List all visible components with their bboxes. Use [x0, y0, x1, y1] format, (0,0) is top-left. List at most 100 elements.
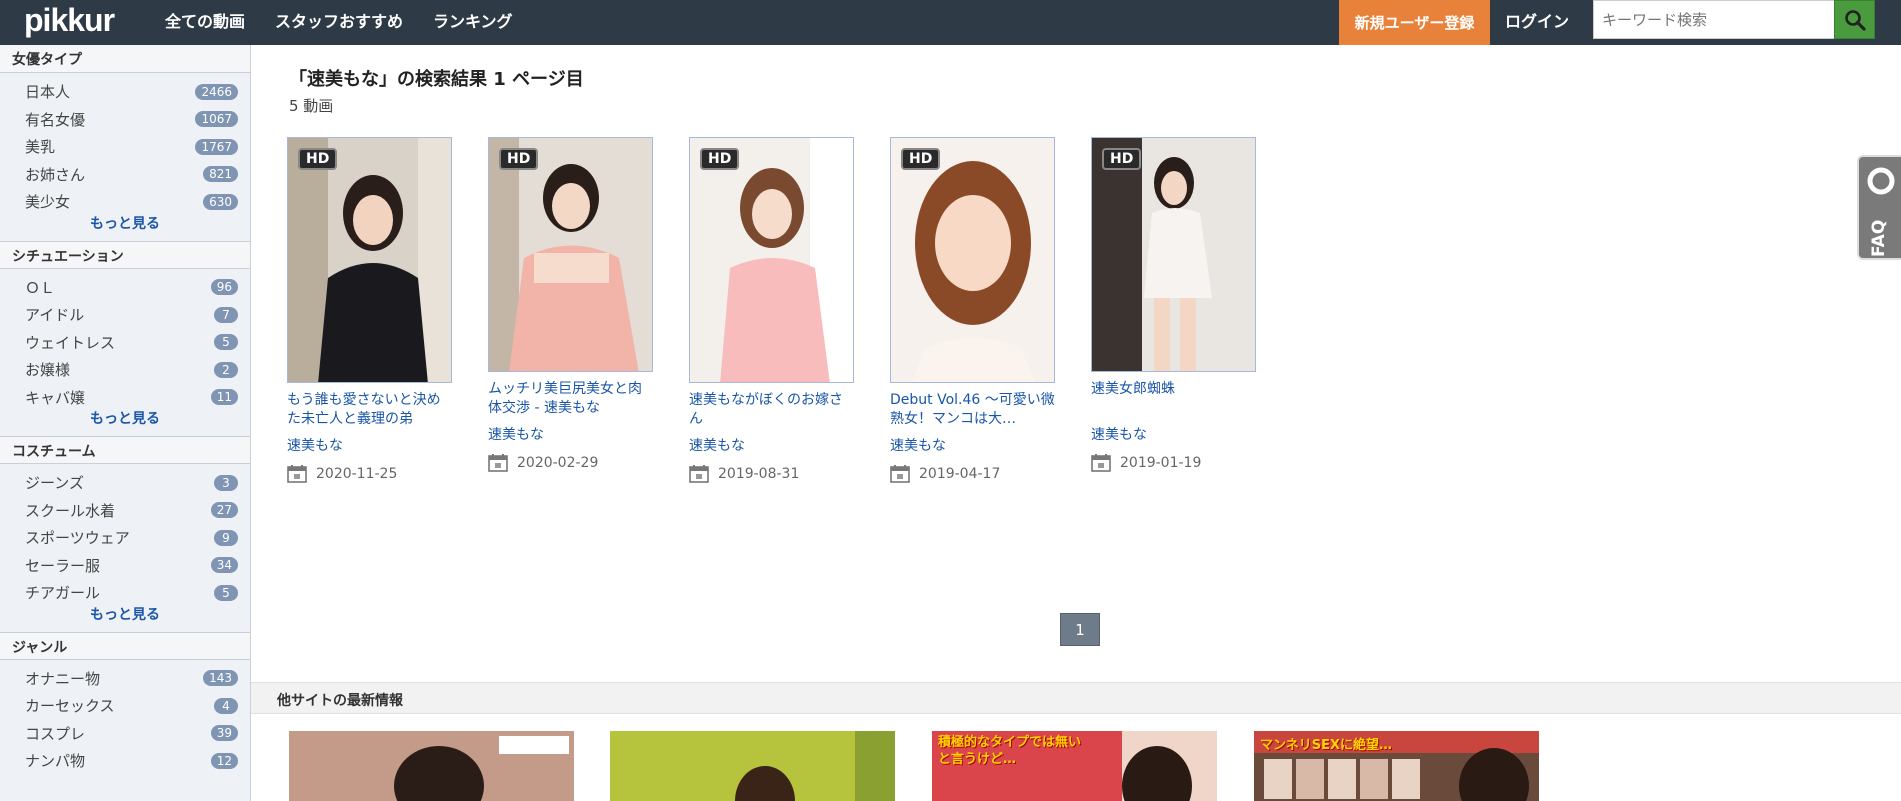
sidebar-item[interactable]: キャバ嬢 11 — [0, 384, 250, 412]
date-text: 2020-11-25 — [316, 466, 398, 482]
sidebar-item[interactable]: オナニー物 143 — [0, 665, 250, 693]
video-thumbnail[interactable]: HD — [1091, 137, 1256, 372]
video-actor[interactable]: 速美もな — [890, 435, 1055, 455]
more-link[interactable]: もっと見る — [0, 213, 250, 233]
video-actor[interactable]: 速美もな — [689, 435, 854, 455]
count-badge: 39 — [210, 725, 238, 742]
sidebar-item-label: アイドル — [25, 306, 85, 325]
sidebar-item[interactable]: ＯＬ 96 — [0, 274, 250, 302]
video-thumbnail[interactable]: HD — [488, 137, 653, 372]
sidebar-item[interactable]: 日本人 2466 — [0, 78, 250, 106]
sidebar-list: オナニー物 143 カーセックス 4 コスプレ 39 ナンパ物 12 — [0, 660, 250, 783]
hd-badge: HD — [700, 148, 740, 170]
calendar-icon — [890, 465, 910, 483]
sidebar-item-label: 美少女 — [25, 193, 71, 212]
sidebar-item-label: ジーンズ — [25, 474, 84, 493]
sidebar-item-label: ウェイトレス — [25, 333, 116, 352]
sidebar-item[interactable]: ウェイトレス 5 — [0, 329, 250, 357]
count-badge: 143 — [203, 670, 238, 687]
thumbnail-image — [891, 138, 1054, 382]
login-button[interactable]: ログイン — [1505, 8, 1569, 32]
search-button[interactable] — [1834, 0, 1875, 39]
page-title: 「速美もな」の検索結果 1 ページ目 — [289, 69, 584, 90]
sidebar-list: ジーンズ 3 スクール水着 27 スポーツウェア 9 セーラー服 34 チアガール 5 も… — [0, 464, 250, 632]
video-date: 2019-08-31 — [689, 465, 854, 483]
hd-badge: HD — [901, 148, 941, 170]
sidebar-item-label: 有名女優 — [25, 110, 86, 129]
sidebar-item-label: コスプレ — [25, 724, 86, 743]
count-badge: 7 — [214, 306, 238, 323]
site-logo[interactable]: pikkur — [24, 2, 115, 39]
nav-ranking[interactable]: ランキング — [433, 8, 513, 32]
sidebar-section-title: 女優タイプ — [0, 45, 250, 73]
video-actor[interactable]: 速美もな — [488, 424, 653, 444]
video-title[interactable]: Debut Vol.46 ～可愛い微熟女！マンコは大… — [890, 391, 1055, 431]
video-title[interactable]: 速美女郎蜘蛛 — [1091, 380, 1256, 420]
video-card[interactable]: HD 速美女郎蜘蛛 速美もな 2019-01-19 — [1091, 137, 1256, 472]
sidebar-item[interactable]: アイドル 7 — [0, 301, 250, 329]
nav-all-videos[interactable]: 全ての動画 — [165, 8, 245, 32]
video-title[interactable]: ムッチリ美巨尻美女と肉体交渉 - 速美もな — [488, 380, 653, 420]
count-badge: 1767 — [195, 138, 238, 155]
top-header: pikkur 全ての動画 スタッフおすすめ ランキング 新規ユーザー登録 ログイ… — [0, 0, 1901, 45]
promo-banner[interactable] — [610, 731, 895, 801]
video-thumbnail[interactable]: HD — [689, 137, 854, 383]
sidebar-item[interactable]: 有名女優 1067 — [0, 106, 250, 134]
faq-tab[interactable]: FAQ — [1857, 155, 1901, 260]
promo-banner[interactable]: 積極的なタイプでは無いと言うけど… — [932, 731, 1217, 801]
more-link[interactable]: もっと見る — [0, 604, 250, 624]
video-card[interactable]: HD もう誰も愛さないと決めた未亡人と義理の弟 速美もな 2020-11-25 — [287, 137, 452, 483]
count-badge: 5 — [214, 334, 238, 351]
search-input[interactable] — [1593, 0, 1838, 39]
video-title[interactable]: 速美もながぼくのお嫁さん — [689, 391, 854, 431]
calendar-icon — [287, 465, 307, 483]
sidebar-item-label: ナンパ物 — [25, 752, 86, 771]
sidebar-section-title: ジャンル — [0, 631, 250, 660]
promo-caption: 積極的なタイプでは無いと言うけど… — [938, 735, 1082, 767]
pagination-page-1[interactable]: 1 — [1060, 613, 1100, 646]
count-badge: 2466 — [195, 83, 238, 100]
video-card[interactable]: HD Debut Vol.46 ～可愛い微熟女！マンコは大… 速美もな 2019… — [890, 137, 1055, 483]
more-link[interactable]: もっと見る — [0, 408, 250, 428]
nav-staff-picks[interactable]: スタッフおすすめ — [275, 8, 403, 32]
video-thumbnail[interactable]: HD — [890, 137, 1055, 383]
sidebar-item-label: 日本人 — [25, 83, 71, 102]
promo-banner[interactable] — [289, 731, 574, 801]
calendar-icon — [1091, 454, 1111, 472]
register-button[interactable]: 新規ユーザー登録 — [1339, 0, 1490, 45]
sidebar-item[interactable]: 美少女 630 — [0, 188, 250, 216]
video-actor[interactable]: 速美もな — [287, 435, 452, 455]
sidebar-item[interactable]: お嬢様 2 — [0, 356, 250, 384]
count-badge: 12 — [210, 752, 238, 769]
sidebar-item[interactable]: セーラー服 34 — [0, 552, 250, 580]
faq-label: FAQ — [1869, 219, 1889, 257]
sidebar-item[interactable]: スクール水着 27 — [0, 497, 250, 525]
sidebar-item-label: キャバ嬢 — [25, 388, 86, 407]
sidebar-item-label: オナニー物 — [25, 669, 101, 688]
thumbnail-image — [690, 138, 853, 382]
sidebar-item[interactable]: スポーツウェア 9 — [0, 524, 250, 552]
video-title[interactable]: もう誰も愛さないと決めた未亡人と義理の弟 — [287, 391, 452, 431]
sidebar-item[interactable]: チアガール 5 — [0, 579, 250, 607]
video-date: 2020-11-25 — [287, 465, 452, 483]
sidebar-item[interactable]: コスプレ 39 — [0, 720, 250, 748]
sidebar-item[interactable]: 美乳 1767 — [0, 133, 250, 161]
video-card[interactable]: HD 速美もながぼくのお嫁さん 速美もな 2019-08-31 — [689, 137, 854, 483]
video-card[interactable]: HD ムッチリ美巨尻美女と肉体交渉 - 速美もな 速美もな 2020-02-29 — [488, 137, 653, 472]
sidebar-item[interactable]: ジーンズ 3 — [0, 469, 250, 497]
promo-image — [610, 731, 895, 801]
count-badge: 3 — [214, 474, 238, 491]
sidebar-item[interactable]: お姉さん 821 — [0, 161, 250, 189]
thumbnail-image — [1092, 138, 1255, 371]
sidebar-item[interactable]: ナンパ物 12 — [0, 747, 250, 775]
count-badge: 4 — [214, 697, 238, 714]
count-badge: 11 — [210, 389, 238, 406]
video-actor[interactable]: 速美もな — [1091, 424, 1256, 444]
other-sites-header: 他サイトの最新情報 — [251, 682, 1901, 714]
sidebar-item[interactable]: カーセックス 4 — [0, 692, 250, 720]
promo-banner[interactable]: マンネリSEXに絶望… — [1254, 731, 1539, 801]
search-bar — [1593, 0, 1840, 39]
video-date: 2020-02-29 — [488, 454, 653, 472]
video-thumbnail[interactable]: HD — [287, 137, 452, 383]
video-date: 2019-01-19 — [1091, 454, 1256, 472]
